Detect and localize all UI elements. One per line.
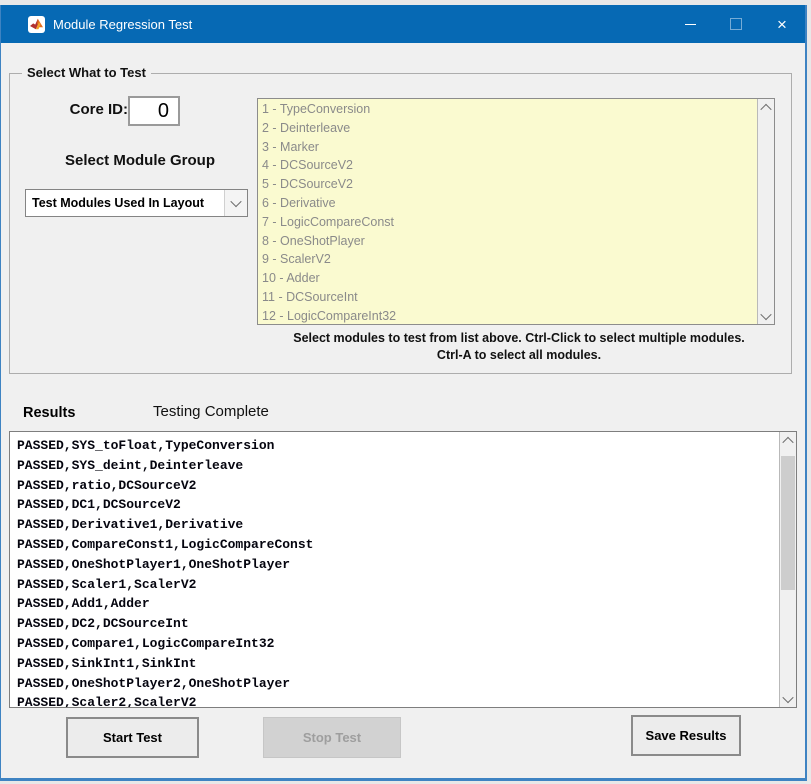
module-group-label: Select Module Group xyxy=(35,152,245,169)
result-line[interactable]: PASSED,OneShotPlayer2,OneShotPlayer xyxy=(17,674,776,694)
results-lines: PASSED,SYS_toFloat,TypeConversionPASSED,… xyxy=(17,436,776,707)
core-id-field[interactable] xyxy=(128,96,180,126)
scroll-up-button[interactable] xyxy=(780,432,796,449)
module-list-item[interactable]: 1 - TypeConversion xyxy=(262,100,754,119)
result-line[interactable]: PASSED,SYS_toFloat,TypeConversion xyxy=(17,436,776,456)
result-line[interactable]: PASSED,Add1,Adder xyxy=(17,594,776,614)
module-list: 1 - TypeConversion2 - Deinterleave3 - Ma… xyxy=(262,100,754,325)
module-listbox-scrollbar[interactable] xyxy=(757,99,774,324)
results-listbox[interactable]: PASSED,SYS_toFloat,TypeConversionPASSED,… xyxy=(9,431,797,708)
save-results-button[interactable]: Save Results xyxy=(631,715,741,756)
testing-status-text: Testing Complete xyxy=(153,403,269,420)
result-line[interactable]: PASSED,ratio,DCSourceV2 xyxy=(17,476,776,496)
chevron-up-icon xyxy=(760,103,771,114)
module-group-dropdown[interactable]: Test Modules Used In Layout xyxy=(25,189,248,217)
module-listbox[interactable]: 1 - TypeConversion2 - Deinterleave3 - Ma… xyxy=(257,98,775,325)
module-list-item[interactable]: 10 - Adder xyxy=(262,269,754,288)
core-id-label: Core ID: xyxy=(40,101,128,118)
results-scrollbar[interactable] xyxy=(779,432,796,707)
scroll-up-button[interactable] xyxy=(758,99,774,116)
scroll-down-button[interactable] xyxy=(758,307,774,324)
dropdown-arrow-zone[interactable] xyxy=(224,190,247,216)
result-line[interactable]: PASSED,SinkInt1,SinkInt xyxy=(17,654,776,674)
result-line[interactable]: PASSED,OneShotPlayer1,OneShotPlayer xyxy=(17,555,776,575)
panel-legend: Select What to Test xyxy=(22,65,151,80)
result-line[interactable]: PASSED,DC2,DCSourceInt xyxy=(17,614,776,634)
result-line[interactable]: PASSED,Derivative1,Derivative xyxy=(17,515,776,535)
result-line[interactable]: PASSED,CompareConst1,LogicCompareConst xyxy=(17,535,776,555)
helper-line-2: Ctrl-A to select all modules. xyxy=(249,347,789,364)
helper-line-1: Select modules to test from list above. … xyxy=(249,330,789,347)
chevron-down-icon xyxy=(230,196,241,207)
results-label: Results xyxy=(23,405,75,421)
module-list-item[interactable]: 5 - DCSourceV2 xyxy=(262,175,754,194)
module-list-item[interactable]: 3 - Marker xyxy=(262,138,754,157)
module-list-item[interactable]: 6 - Derivative xyxy=(262,194,754,213)
minimize-button[interactable] xyxy=(667,5,713,43)
module-list-item[interactable]: 7 - LogicCompareConst xyxy=(262,213,754,232)
scrollbar-thumb[interactable] xyxy=(781,456,795,590)
result-line[interactable]: PASSED,DC1,DCSourceV2 xyxy=(17,495,776,515)
listbox-helper-text: Select modules to test from list above. … xyxy=(249,330,789,364)
module-list-item[interactable]: 2 - Deinterleave xyxy=(262,119,754,138)
module-list-item[interactable]: 12 - LogicCompareInt32 xyxy=(262,307,754,325)
start-test-button[interactable]: Start Test xyxy=(66,717,199,758)
module-list-item[interactable]: 9 - ScalerV2 xyxy=(262,250,754,269)
scroll-down-button[interactable] xyxy=(780,690,796,707)
maximize-icon xyxy=(730,18,742,30)
chevron-up-icon xyxy=(782,436,793,447)
window-title: Module Regression Test xyxy=(53,17,667,32)
result-line[interactable]: PASSED,Scaler1,ScalerV2 xyxy=(17,575,776,595)
module-list-item[interactable]: 11 - DCSourceInt xyxy=(262,288,754,307)
module-list-item[interactable]: 8 - OneShotPlayer xyxy=(262,232,754,251)
module-list-item[interactable]: 4 - DCSourceV2 xyxy=(262,156,754,175)
result-line[interactable]: PASSED,SYS_deint,Deinterleave xyxy=(17,456,776,476)
select-what-to-test-panel: Select What to Test Core ID: Select Modu… xyxy=(9,73,792,374)
chevron-down-icon xyxy=(782,691,793,702)
minimize-icon xyxy=(685,24,696,25)
module-regression-test-window: Module Regression Test × Select What to … xyxy=(0,5,807,781)
close-button[interactable]: × xyxy=(759,5,805,43)
result-line[interactable]: PASSED,Compare1,LogicCompareInt32 xyxy=(17,634,776,654)
result-line[interactable]: PASSED,Scaler2,ScalerV2 xyxy=(17,693,776,707)
matlab-logo-icon xyxy=(28,16,45,33)
maximize-button xyxy=(713,5,759,43)
stop-test-button: Stop Test xyxy=(263,717,401,758)
close-icon: × xyxy=(777,16,787,33)
dropdown-selected-value: Test Modules Used In Layout xyxy=(26,196,224,210)
title-bar: Module Regression Test × xyxy=(1,5,805,43)
chevron-down-icon xyxy=(760,308,771,319)
